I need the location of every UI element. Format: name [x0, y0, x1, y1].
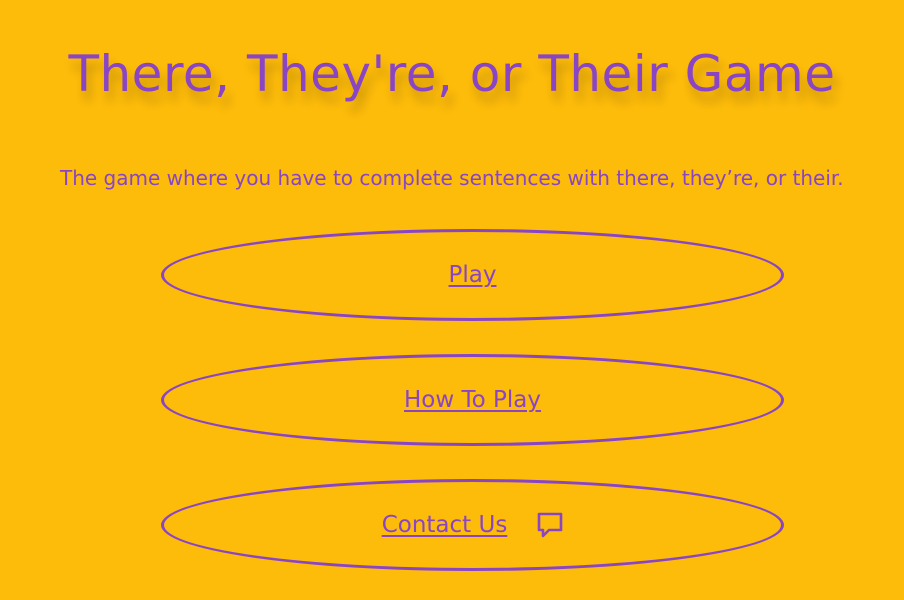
- play-link[interactable]: Play: [449, 260, 497, 290]
- main-page: There, They're, or Their Game The game w…: [0, 0, 904, 600]
- play-button[interactable]: Play: [161, 229, 784, 321]
- how-to-play-link[interactable]: How To Play: [404, 385, 541, 415]
- contact-us-button[interactable]: Contact Us: [161, 479, 784, 571]
- how-to-play-button[interactable]: How To Play: [161, 354, 784, 446]
- page-title: There, They're, or Their Game: [68, 45, 836, 103]
- contact-us-content: Contact Us: [382, 510, 566, 540]
- contact-us-link[interactable]: Contact Us: [382, 510, 508, 540]
- page-subtitle: The game where you have to complete sent…: [60, 166, 844, 190]
- comment-icon[interactable]: [535, 510, 565, 540]
